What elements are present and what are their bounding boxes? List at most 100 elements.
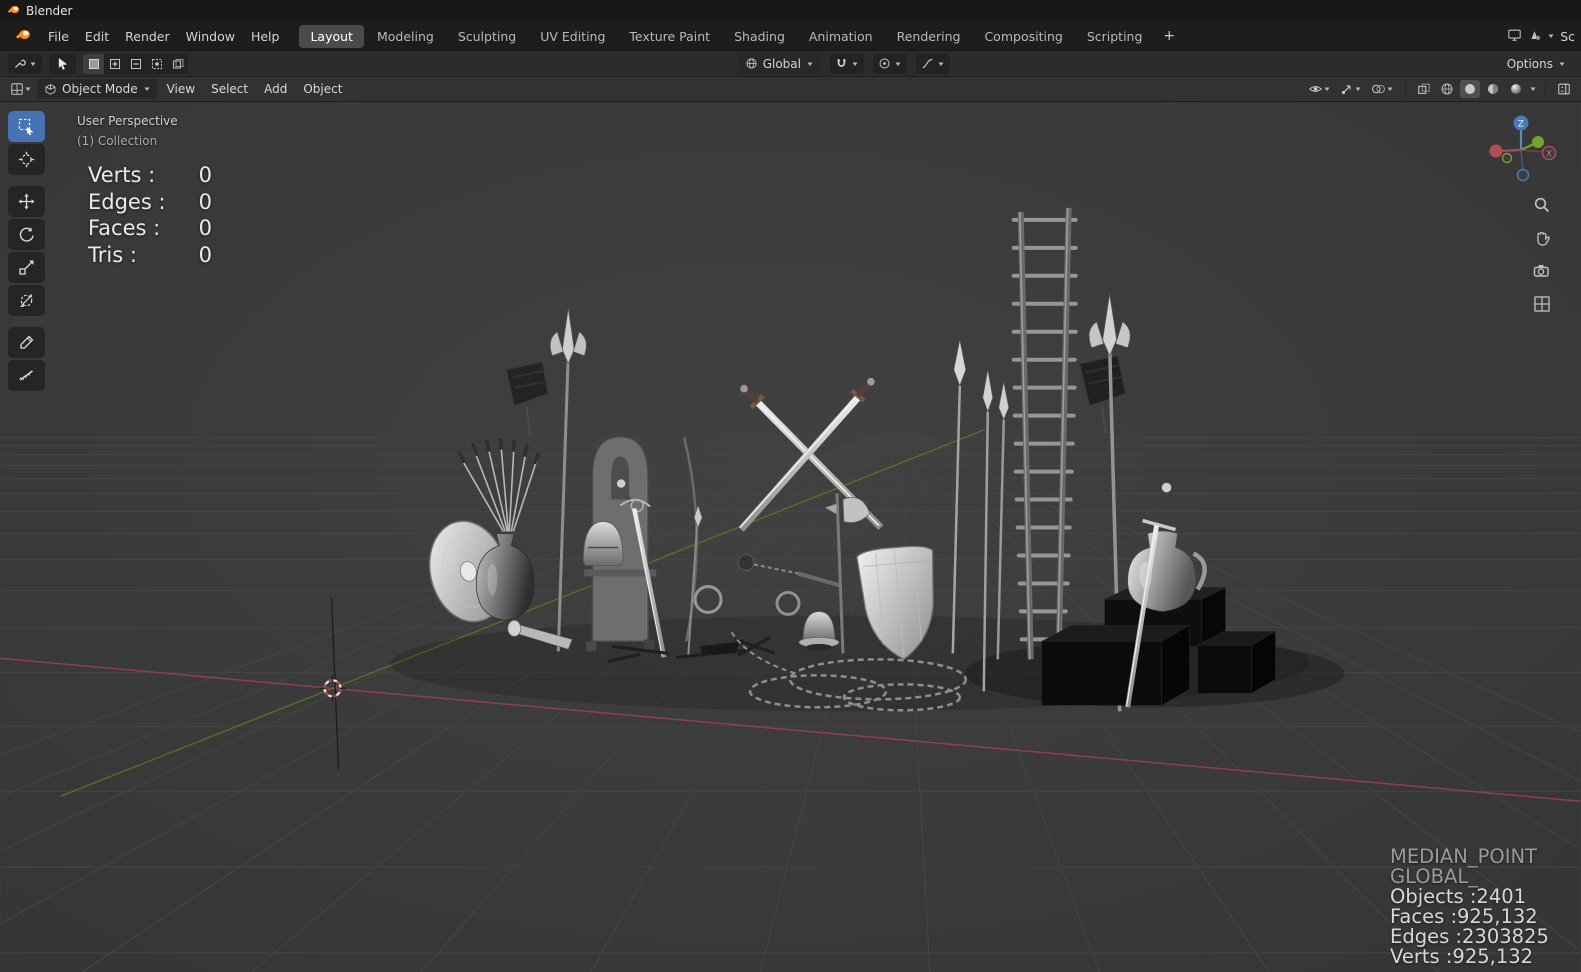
gizmos-toggle[interactable] — [1337, 80, 1365, 98]
proportional-circle-icon — [879, 58, 890, 69]
pencil-icon — [20, 335, 34, 349]
shading-solid-button[interactable] — [1460, 80, 1480, 98]
chevron-down-icon — [852, 62, 858, 66]
add-workspace-button[interactable]: + — [1155, 26, 1183, 46]
transform-tool[interactable] — [8, 285, 45, 316]
overlays-icon — [1372, 84, 1385, 94]
menu-object[interactable]: Object — [296, 79, 349, 99]
tab-rendering[interactable]: Rendering — [886, 25, 972, 48]
active-tool-button[interactable] — [49, 53, 76, 74]
stats-row: Tris :0 — [88, 242, 212, 267]
sidebar-panel-button[interactable] — [1554, 80, 1574, 98]
shading-wireframe-button[interactable] — [1437, 80, 1457, 98]
rotate-icon — [19, 227, 34, 242]
tab-compositing[interactable]: Compositing — [973, 25, 1073, 48]
chevron-down-icon — [144, 87, 150, 91]
wireframe-sphere-icon — [1441, 83, 1453, 95]
tab-sculpting[interactable]: Sculpting — [447, 25, 527, 48]
display-mode-icon[interactable] — [1507, 28, 1522, 45]
viewport-3d[interactable]: User Perspective (1) Collection Verts :0… — [0, 101, 1581, 972]
chevron-down-icon — [25, 87, 31, 91]
separator — [1545, 81, 1546, 97]
proportional-editing-toggle[interactable] — [872, 53, 907, 74]
menu-edit[interactable]: Edit — [77, 25, 117, 48]
menu-view[interactable]: View — [160, 79, 202, 99]
tab-layout[interactable]: Layout — [299, 24, 364, 48]
gizmo-axis-y[interactable] — [1532, 136, 1544, 148]
ruler-icon — [19, 370, 33, 381]
material-sphere-icon — [1488, 84, 1498, 94]
tool-settings-right: Options — [1500, 54, 1573, 74]
view-info-overlay: User Perspective (1) Collection — [77, 111, 178, 151]
gizmo-axis-z-neg[interactable] — [1516, 168, 1530, 182]
tab-texture-paint[interactable]: Texture Paint — [618, 25, 721, 48]
shading-rendered-button[interactable] — [1506, 80, 1526, 98]
active-tool-dropdown[interactable] — [8, 53, 42, 74]
xray-toggle[interactable] — [1414, 80, 1434, 98]
object-visibility-dropdown[interactable] — [1305, 80, 1334, 98]
transform-orientation-dropdown[interactable]: Global — [737, 53, 821, 74]
move-icon — [18, 193, 35, 210]
eye-icon — [1308, 86, 1323, 92]
gizmo-axis-x-neg[interactable] — [1489, 144, 1503, 158]
pan-hand-button[interactable] — [1533, 229, 1551, 251]
object-mode-icon — [45, 83, 56, 95]
gizmo-x-label: X — [1546, 150, 1552, 160]
measure-tool[interactable] — [8, 360, 45, 391]
options-label: Options — [1506, 56, 1553, 71]
select-box-tool[interactable] — [8, 111, 45, 142]
tab-shading[interactable]: Shading — [723, 25, 796, 48]
select-mode-subtract-icon[interactable] — [125, 54, 146, 74]
scale-tool[interactable] — [8, 252, 45, 283]
tab-uv-editing[interactable]: UV Editing — [529, 25, 616, 48]
tab-animation[interactable]: Animation — [798, 25, 884, 48]
viewport-header: Object Mode View Select Add Object — [0, 76, 1581, 101]
gizmo-axis-y-neg[interactable] — [1501, 152, 1513, 164]
cursor-tool[interactable] — [8, 144, 45, 175]
tool-settings-left — [8, 53, 188, 74]
editor-type-dropdown[interactable] — [7, 80, 35, 98]
annotate-tool[interactable] — [8, 327, 45, 358]
mode-dropdown[interactable]: Object Mode — [37, 79, 158, 99]
stats-row: Faces :0 — [88, 216, 212, 240]
menu-select[interactable]: Select — [204, 79, 255, 99]
scene-icon[interactable] — [1527, 28, 1542, 45]
scene-name[interactable]: Sc — [1560, 29, 1575, 44]
shading-material-button[interactable] — [1483, 80, 1503, 98]
move-tool[interactable] — [8, 186, 45, 217]
chevron-down-icon — [1530, 87, 1536, 91]
menu-render[interactable]: Render — [117, 25, 178, 48]
rotate-tool[interactable] — [8, 219, 45, 250]
menu-window[interactable]: Window — [178, 25, 243, 48]
blender-window: Blender File Edit Render Window Help Lay… — [0, 0, 1581, 972]
scene-selector: Sc — [1507, 28, 1575, 45]
orientation-label: GLOBAL_ — [1390, 865, 1478, 888]
blender-logo-menu[interactable] — [6, 24, 40, 48]
navigation-gizmo[interactable]: Z X — [1485, 110, 1561, 192]
scene-canvas[interactable] — [0, 102, 1581, 972]
titlebar: Blender — [0, 0, 1581, 22]
select-mode-intersect-icon[interactable] — [167, 54, 188, 74]
select-mode-invert-icon[interactable] — [146, 54, 167, 74]
falloff-dropdown[interactable] — [915, 53, 950, 74]
tool-icon — [14, 59, 26, 69]
tab-scripting[interactable]: Scripting — [1076, 25, 1154, 48]
camera-view-button[interactable] — [1533, 262, 1551, 284]
viewport-header-right — [1305, 80, 1574, 98]
workspace-tabs: Layout Modeling Sculpting UV Editing Tex… — [299, 24, 1183, 48]
menu-add[interactable]: Add — [257, 79, 294, 99]
magnet-icon — [837, 59, 846, 67]
cursor-3d-icon — [18, 151, 35, 168]
tab-modeling[interactable]: Modeling — [366, 25, 445, 48]
select-mode-extend-icon[interactable] — [104, 54, 125, 74]
zoom-button[interactable] — [1533, 196, 1551, 218]
menu-help[interactable]: Help — [243, 25, 288, 48]
snapping-toggle[interactable] — [829, 53, 864, 74]
menu-file[interactable]: File — [40, 25, 77, 48]
options-dropdown[interactable]: Options — [1500, 54, 1573, 74]
overlays-toggle[interactable] — [1368, 80, 1397, 98]
select-mode-group — [83, 53, 188, 74]
ortho-grid-button[interactable] — [1533, 295, 1551, 317]
select-mode-set-icon[interactable] — [83, 53, 104, 74]
chevron-down-icon — [895, 62, 901, 66]
